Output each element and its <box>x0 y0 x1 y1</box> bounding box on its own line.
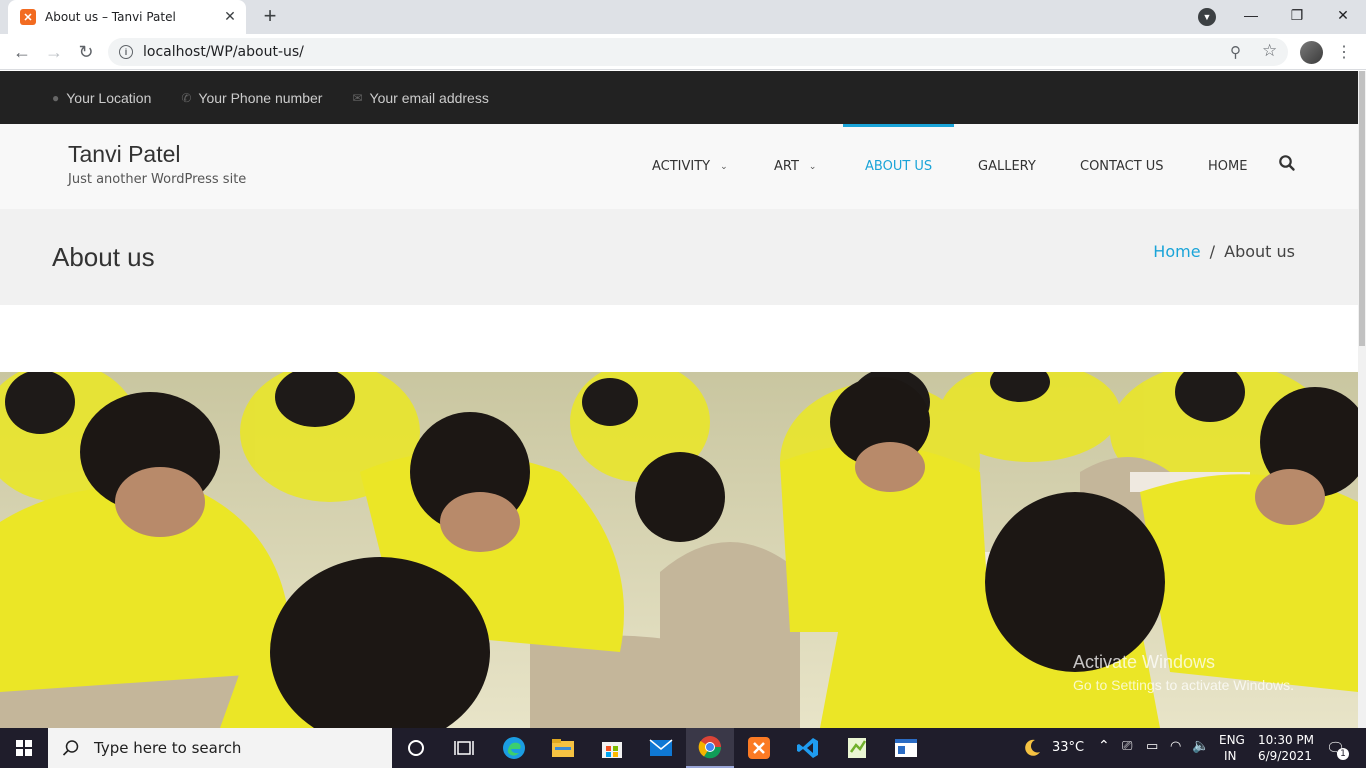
address-bar[interactable]: i localhost/WP/about-us/ ⚲ ☆ <box>108 38 1288 66</box>
nav-label: HOME <box>1208 159 1248 174</box>
watermark-line1: Activate Windows <box>1073 652 1216 672</box>
page-title: About us <box>52 242 155 272</box>
email-text: Your email address <box>369 89 489 106</box>
bookmark-star-icon[interactable]: ☆ <box>1262 41 1277 61</box>
forward-icon[interactable]: → <box>42 40 66 64</box>
profile-avatar[interactable] <box>1300 41 1323 64</box>
nav-label: CONTACT US <box>1080 159 1164 174</box>
weather-temp[interactable]: 33°C <box>1052 740 1084 755</box>
reload-icon[interactable]: ↻ <box>74 40 98 64</box>
chevron-down-icon: ⌄ <box>808 161 817 172</box>
location-text: Your Location <box>66 89 152 106</box>
minimize-icon[interactable]: — <box>1228 0 1274 30</box>
clock-date[interactable]: 6/9/2021 <box>1258 749 1312 763</box>
nav-item-about-us[interactable]: ABOUT US <box>842 124 955 209</box>
xampp-favicon-icon: ✕ <box>20 9 36 25</box>
vscode-icon[interactable] <box>784 728 832 768</box>
nav-item-art[interactable]: ART ⌄ <box>774 124 816 209</box>
nav-label: GALLERY <box>978 159 1036 174</box>
cortana-icon[interactable] <box>392 728 440 768</box>
zoom-icon[interactable]: ⚲ <box>1230 43 1241 61</box>
browser-tab-bar: ✕ About us – Tanvi Patel ✕ + ▼ — ❐ ✕ <box>0 0 1366 34</box>
site-title[interactable]: Tanvi Patel <box>68 141 181 168</box>
show-hidden-icons-chevron-icon[interactable]: ⌃ <box>1098 738 1110 754</box>
nav-label: ART <box>774 159 799 174</box>
map-marker-icon: ● <box>52 90 60 105</box>
notification-count-badge: 1 <box>1337 748 1349 760</box>
site-info-icon[interactable]: i <box>119 45 133 59</box>
close-window-icon[interactable]: ✕ <box>1320 0 1366 30</box>
envelope-icon: ✉ <box>352 90 363 105</box>
site-topbar: ● Your Location ✆ Your Phone number ✉ Yo… <box>0 71 1358 124</box>
topbar-email: ✉ Your email address <box>352 90 488 106</box>
taskbar-search-placeholder: Type here to search <box>94 739 242 757</box>
chrome-icon[interactable] <box>686 728 734 768</box>
search-icon[interactable] <box>1278 154 1296 172</box>
topbar-location: ● Your Location <box>52 90 151 106</box>
site-header: Tanvi Patel Just another WordPress site … <box>0 124 1358 209</box>
phone-text: Your Phone number <box>198 89 323 106</box>
scrollbar-thumb[interactable] <box>1359 71 1365 346</box>
close-tab-icon[interactable]: ✕ <box>222 8 238 24</box>
breadcrumb: Home / About us <box>1153 242 1295 261</box>
tab-search-icon[interactable]: ▼ <box>1198 8 1216 26</box>
browser-menu-icon[interactable]: ⋮ <box>1336 42 1352 62</box>
weather-moon-icon[interactable] <box>1018 728 1046 768</box>
meet-now-icon[interactable]: ⎚ <box>1122 739 1132 754</box>
watermark-line2: Go to Settings to activate Windows. <box>1073 677 1294 693</box>
nav-item-contact-us[interactable]: CONTACT US <box>1080 124 1164 209</box>
nav-label: ABOUT US <box>865 159 933 174</box>
page-heading-band: About us Home / About us <box>0 209 1358 305</box>
battery-icon[interactable]: ▭ <box>1146 739 1158 754</box>
breadcrumb-home-link[interactable]: Home <box>1153 242 1200 261</box>
restore-icon[interactable]: ❐ <box>1274 0 1320 30</box>
browser-toolbar: ← → ↻ i localhost/WP/about-us/ ⚲ ☆ ⋮ <box>0 34 1366 70</box>
activate-windows-watermark: Activate Windows Go to Settings to activ… <box>1073 652 1294 693</box>
nav-item-gallery[interactable]: GALLERY <box>978 124 1036 209</box>
microsoft-store-icon[interactable] <box>588 728 636 768</box>
mail-icon[interactable] <box>637 728 685 768</box>
tab-title: About us – Tanvi Patel <box>45 10 176 24</box>
windows-taskbar: Type here to search 33°C ⌃ ⎚ ▭ ◠ 🔈 ENG I… <box>0 728 1366 768</box>
windows-start-icon[interactable] <box>0 728 48 768</box>
page-scrollbar[interactable] <box>1358 71 1366 728</box>
wifi-icon[interactable]: ◠ <box>1170 739 1181 754</box>
notepad-plus-icon[interactable] <box>833 728 881 768</box>
taskbar-search-box[interactable]: Type here to search <box>48 728 392 768</box>
back-icon[interactable]: ← <box>10 40 34 64</box>
clock-time[interactable]: 10:30 PM <box>1258 733 1314 747</box>
browser-tab[interactable]: ✕ About us – Tanvi Patel ✕ <box>8 0 246 34</box>
edge-browser-icon[interactable] <box>490 728 538 768</box>
xampp-icon[interactable] <box>735 728 783 768</box>
task-view-icon[interactable] <box>440 728 488 768</box>
region-indicator[interactable]: IN <box>1224 749 1237 763</box>
topbar-phone: ✆ Your Phone number <box>181 90 322 106</box>
breadcrumb-current: About us <box>1224 242 1295 261</box>
new-tab-button[interactable]: + <box>258 3 282 28</box>
nav-item-activity[interactable]: ACTIVITY ⌄ <box>652 124 728 209</box>
site-tagline: Just another WordPress site <box>68 172 247 187</box>
nav-item-home[interactable]: HOME <box>1208 124 1247 209</box>
url-text[interactable]: localhost/WP/about-us/ <box>143 44 304 60</box>
search-icon <box>62 740 79 756</box>
phone-icon: ✆ <box>181 90 192 105</box>
language-indicator[interactable]: ENG <box>1219 733 1245 747</box>
volume-icon[interactable]: 🔈 <box>1192 738 1209 754</box>
app-window-icon[interactable] <box>882 728 930 768</box>
breadcrumb-separator: / <box>1209 242 1216 261</box>
file-explorer-icon[interactable] <box>539 728 587 768</box>
chevron-down-icon: ⌄ <box>720 161 728 172</box>
nav-label: ACTIVITY <box>652 159 711 174</box>
